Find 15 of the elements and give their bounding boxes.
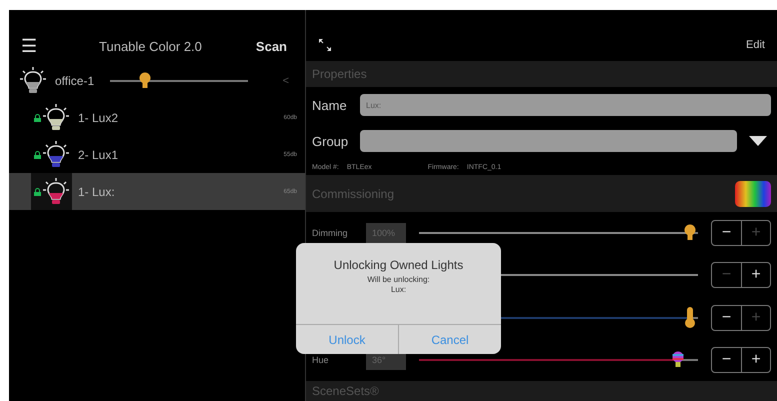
field-label: Group (312, 134, 350, 149)
slider-label: Hue (312, 355, 330, 366)
section-header: SceneSets® (312, 384, 379, 398)
app-title: Tunable Color 2.0 (98, 38, 203, 54)
dialog-message: Lux: (390, 285, 408, 295)
section-header: Commissioning (312, 186, 394, 201)
light-name: 2- Lux1 (78, 148, 120, 162)
dialog-message: Will be unlocking: (366, 275, 431, 285)
field-label: Name (312, 98, 348, 113)
light-name: 1- Lux: (78, 184, 116, 198)
section-header: Properties (312, 67, 367, 82)
group-name: office-1 (55, 74, 94, 88)
light-name: 1- Lux2 (78, 110, 120, 124)
slider-label: Dimming (312, 228, 349, 238)
dialog-title: Unlocking Owned Lights (332, 258, 464, 272)
